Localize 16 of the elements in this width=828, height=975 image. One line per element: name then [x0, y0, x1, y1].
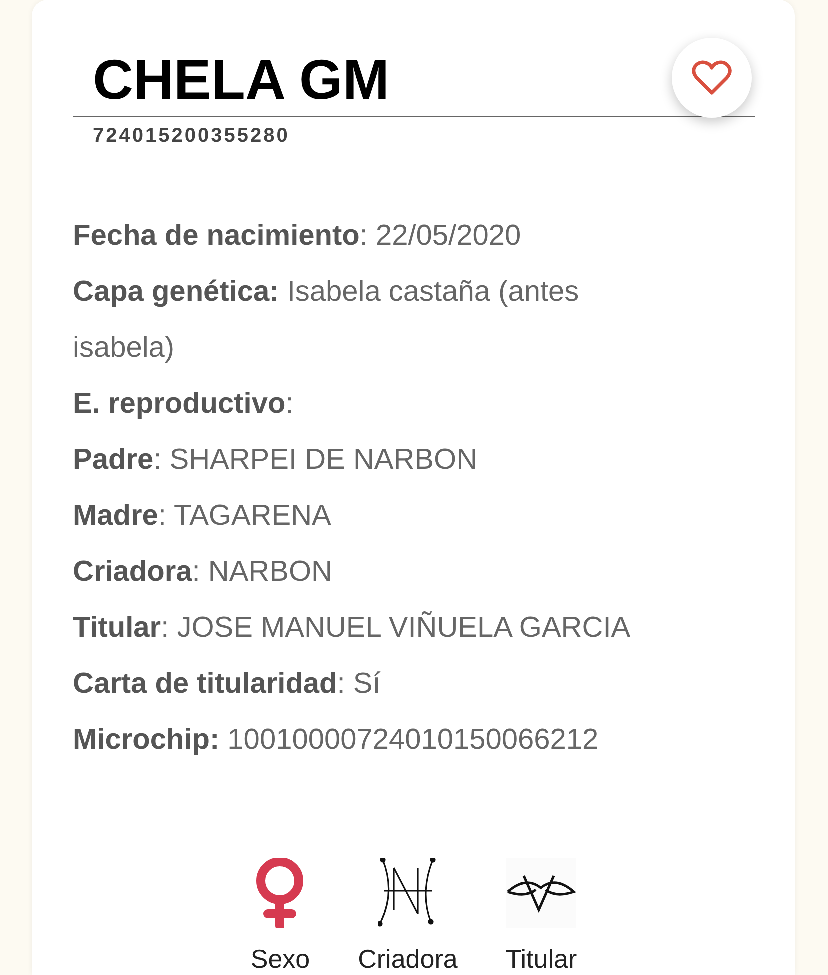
detail-line: Madre: TAGARENA — [73, 499, 332, 534]
detail-line: Carta de titularidad: Sí — [73, 667, 382, 702]
badge-label: Sexo — [250, 944, 310, 975]
detail-line: Padre: SHARPEI DE NARBON — [73, 443, 479, 478]
badge-label: Titular — [506, 944, 578, 975]
detail-line: Titular: JOSE MANUEL VIÑUELA GARCIA — [73, 610, 632, 646]
detail-line: Fecha de nacimiento: 22/05/2020 — [73, 219, 522, 254]
heart-icon — [692, 60, 732, 96]
detail-line: Capa genética: Isabela castaña (antes isabela) — [73, 275, 580, 366]
detail-line: Criadora: NARBON — [73, 555, 334, 590]
detail-line: Microchip: 10010000724010150066212 — [73, 723, 600, 758]
monogram-icon — [378, 858, 438, 928]
registration-number: 724015200355280 — [93, 125, 291, 148]
animal-name: CHELA GM — [93, 48, 390, 112]
detail-line: E. reproductivo: — [73, 387, 295, 422]
badge-label: Criadora — [358, 944, 458, 975]
